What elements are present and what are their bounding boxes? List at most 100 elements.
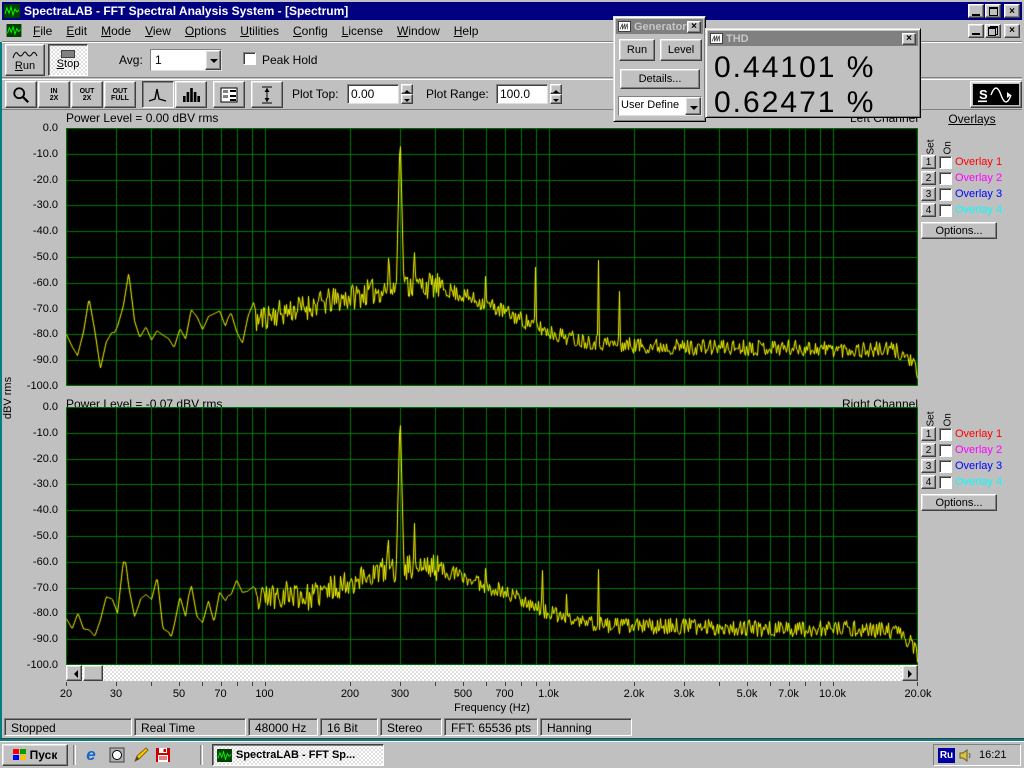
overlays-options-button[interactable]: Options... xyxy=(921,222,997,239)
minimize-button[interactable] xyxy=(968,4,984,18)
overlay-4-checkbox[interactable] xyxy=(939,476,952,489)
menu-item-window[interactable]: Window xyxy=(390,22,447,40)
task-button-label: SpectraLAB - FFT Sp... xyxy=(236,749,355,761)
plot-top-spinner[interactable] xyxy=(401,84,413,104)
magnifier-icon xyxy=(12,86,30,104)
overlay-2-checkbox[interactable] xyxy=(939,444,952,457)
generator-waveform-select[interactable]: User Define xyxy=(618,96,702,116)
overlay-1-checkbox[interactable] xyxy=(939,428,952,441)
overlay-1-label: Overlay 1 xyxy=(955,428,1002,440)
menu-item-view[interactable]: View xyxy=(138,22,178,40)
spectralab-task-button[interactable]: SpectraLAB - FFT Sp... xyxy=(212,744,384,766)
mdi-restore-button[interactable] xyxy=(985,24,1001,38)
zoom-out-full-button[interactable]: OUTFULL xyxy=(104,81,136,108)
taskbar-clock[interactable]: 16:21 xyxy=(979,749,1007,761)
right-y-axis-labels: 0.0-10.0-20.0-30.0-40.0-50.0-60.0-70.0-8… xyxy=(0,407,62,665)
app-icon xyxy=(4,4,20,18)
overlay-2-checkbox[interactable] xyxy=(939,172,952,185)
save-disk-icon[interactable] xyxy=(152,745,174,765)
plot-range-input[interactable] xyxy=(496,84,548,104)
menu-item-license[interactable]: License xyxy=(335,22,390,40)
overlay-row: 3 Overlay 3 xyxy=(921,186,1023,202)
right-channel-spectrum-canvas[interactable] xyxy=(66,407,918,665)
run-button[interactable]: Run xyxy=(5,44,45,76)
frequency-scrollbar[interactable] xyxy=(66,665,918,681)
menu-item-help[interactable]: Help xyxy=(447,22,486,40)
status-channels: Stereo xyxy=(380,718,442,736)
line-plot-mode-button[interactable] xyxy=(142,81,174,108)
menu-item-edit[interactable]: Edit xyxy=(59,22,94,40)
x-tick-label: 3.0k xyxy=(662,688,706,700)
y-tick-label: -60.0 xyxy=(0,556,58,568)
overlay-1-checkbox[interactable] xyxy=(939,156,952,169)
generator-details-button[interactable]: Details... xyxy=(620,69,700,89)
maximize-button[interactable] xyxy=(985,4,1001,18)
x-tick-label: 7.0k xyxy=(767,688,811,700)
peak-hold-checkbox[interactable] xyxy=(243,52,256,65)
x-tick-label: 5.0k xyxy=(725,688,769,700)
overlay-2-set-button[interactable]: 2 xyxy=(921,171,936,185)
volume-icon[interactable] xyxy=(959,749,973,762)
pencil-tool-icon[interactable] xyxy=(130,745,152,765)
overlay-3-set-button[interactable]: 3 xyxy=(921,459,936,473)
zoom-button[interactable] xyxy=(5,81,37,108)
scroll-left-icon[interactable] xyxy=(66,665,82,681)
zoom-out-2x-button[interactable]: OUT2X xyxy=(71,81,103,108)
avg-combo-arrow-icon[interactable] xyxy=(205,50,221,70)
overlay-2-set-button[interactable]: 2 xyxy=(921,443,936,457)
generator-combo-arrow-icon[interactable] xyxy=(685,97,701,115)
bar-plot-mode-button[interactable] xyxy=(175,81,207,108)
generator-level-button[interactable]: Level xyxy=(660,39,702,61)
y-tick-label: 0.0 xyxy=(0,401,58,413)
scroll-right-icon[interactable] xyxy=(902,665,918,681)
spin-down-icon[interactable] xyxy=(550,94,562,104)
overlay-3-set-button[interactable]: 3 xyxy=(921,187,936,201)
menu-item-utilities[interactable]: Utilities xyxy=(233,22,286,40)
zoom-in-2x-icon: IN2X xyxy=(50,88,59,102)
start-button[interactable]: Пуск xyxy=(2,744,68,766)
overlay-1-set-button[interactable]: 1 xyxy=(921,427,936,441)
overlay-4-set-button[interactable]: 4 xyxy=(921,475,936,489)
overlay-1-set-button[interactable]: 1 xyxy=(921,155,936,169)
spin-up-icon[interactable] xyxy=(401,84,413,94)
overlay-row: 2 Overlay 2 xyxy=(921,442,1023,458)
internet-explorer-icon[interactable]: e xyxy=(80,745,102,765)
stop-button[interactable]: Stop xyxy=(48,44,88,76)
on-column-label: On xyxy=(943,401,954,427)
overlay-2-label: Overlay 2 xyxy=(955,172,1002,184)
plot-range-spinner[interactable] xyxy=(550,84,562,104)
viewer-icon[interactable] xyxy=(106,745,128,765)
avg-value: 1 xyxy=(151,50,205,70)
mdi-minimize-button[interactable] xyxy=(968,24,984,38)
display-options-button[interactable] xyxy=(213,81,245,108)
y-tick-label: -90.0 xyxy=(0,633,58,645)
scrollbar-thumb[interactable] xyxy=(83,665,103,681)
menu-item-config[interactable]: Config xyxy=(286,22,335,40)
x-tick-label: 700 xyxy=(483,688,527,700)
language-indicator[interactable]: Ru xyxy=(938,748,955,763)
overlay-4-set-button[interactable]: 4 xyxy=(921,203,936,217)
thd-close-button[interactable]: × xyxy=(902,33,916,45)
amplitude-scale-button[interactable] xyxy=(251,81,283,108)
overlay-3-checkbox[interactable] xyxy=(939,188,952,201)
mdi-close-button[interactable]: × xyxy=(1004,24,1020,38)
y-tick-label: -10.0 xyxy=(0,148,58,160)
overlay-4-label: Overlay 4 xyxy=(955,204,1002,216)
menu-item-mode[interactable]: Mode xyxy=(94,22,138,40)
close-button[interactable]: × xyxy=(1004,4,1020,18)
generator-run-button[interactable]: Run xyxy=(619,39,655,61)
zoom-in-2x-button[interactable]: IN2X xyxy=(38,81,70,108)
plot-top-input[interactable] xyxy=(347,84,399,104)
spin-down-icon[interactable] xyxy=(401,94,413,104)
overlay-4-checkbox[interactable] xyxy=(939,204,952,217)
system-tray: Ru 16:21 xyxy=(933,744,1021,766)
spin-up-icon[interactable] xyxy=(550,84,562,94)
menu-item-file[interactable]: File xyxy=(26,22,59,40)
avg-combo[interactable]: 1 xyxy=(150,49,222,71)
generator-close-button[interactable]: × xyxy=(687,21,701,33)
left-channel-spectrum-canvas[interactable] xyxy=(66,128,918,386)
x-axis-title: Frequency (Hz) xyxy=(66,702,918,714)
menu-item-options[interactable]: Options xyxy=(178,22,233,40)
overlays-options-button[interactable]: Options... xyxy=(921,494,997,511)
overlay-3-checkbox[interactable] xyxy=(939,460,952,473)
